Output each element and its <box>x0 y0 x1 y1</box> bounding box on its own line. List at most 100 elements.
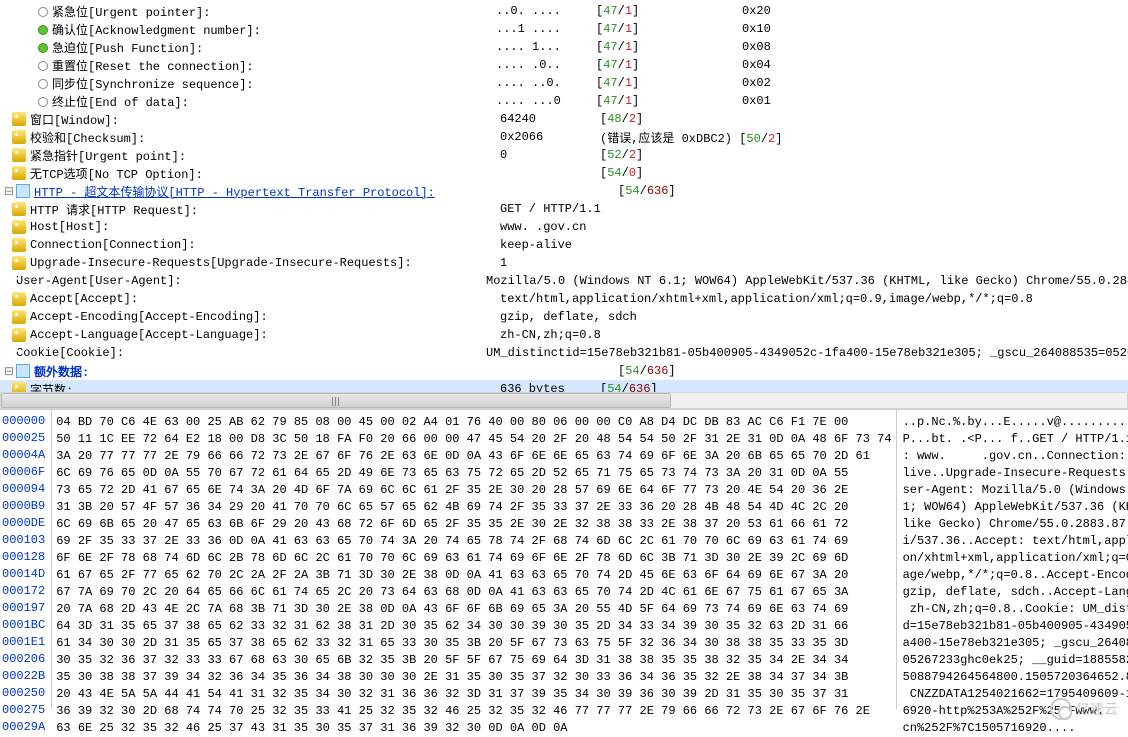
hex-bytes-row: 61 34 30 30 2D 31 35 65 37 38 65 62 33 3… <box>56 635 891 652</box>
hex-bytes-row: 30 35 32 36 37 32 33 33 67 68 63 30 65 6… <box>56 652 891 669</box>
hex-ascii-row: cn%252F%7C1505716920.... <box>903 720 1128 737</box>
field-value: .... ...0 <box>496 94 596 108</box>
hex-ascii-row: 05267233ghc0ek25; __guid=188558254.44 <box>903 652 1128 669</box>
field-value: 0 <box>500 148 600 162</box>
collapse-icon[interactable]: ⊟ <box>4 184 14 199</box>
tree-row[interactable]: Accept-Encoding[Accept-Encoding]:gzip, d… <box>0 308 1128 326</box>
field-hex: 0x08 <box>742 40 771 54</box>
key-icon <box>12 382 26 392</box>
hex-bytes-row: 20 43 4E 5A 5A 44 41 54 41 31 32 35 34 3… <box>56 686 891 703</box>
hex-bytes-row: 3A 20 77 77 77 2E 79 66 66 72 73 2E 67 6… <box>56 448 891 465</box>
tree-row[interactable]: ⊟HTTP - 超文本传输协议[HTTP - Hypertext Transfe… <box>0 182 1128 200</box>
hex-bytes-row: 31 3B 20 57 4F 57 36 34 29 20 41 70 70 6… <box>56 499 891 516</box>
tree-row[interactable]: HTTP 请求[HTTP Request]:GET / HTTP/1.1 <box>0 200 1128 218</box>
field-label: Upgrade-Insecure-Requests[Upgrade-Insecu… <box>30 256 500 270</box>
hex-offset: 0000B9 <box>2 499 45 516</box>
tree-row[interactable]: 紧急位[Urgent pointer]:..0. ....[47/1]0x20 <box>0 2 1128 20</box>
tree-row[interactable]: Upgrade-Insecure-Requests[Upgrade-Insecu… <box>0 254 1128 272</box>
hex-bytes-row: 20 7A 68 2D 43 4E 2C 7A 68 3B 71 3D 30 2… <box>56 601 891 618</box>
hex-ascii-row: ..p.Nc.%.by...E.....v@...........~. <box>903 414 1128 431</box>
field-offset: [47/1] <box>596 4 742 18</box>
field-label: Cookie[Cookie]: <box>16 346 486 360</box>
tree-row[interactable]: 校验和[Checksum]:0x2066(错误,应该是 0xDBC2) [50/… <box>0 128 1128 146</box>
tree-row[interactable]: Host[Host]:www. .gov.cn <box>0 218 1128 236</box>
field-label: 重置位[Reset the connection]: <box>52 57 496 74</box>
horizontal-scrollbar[interactable] <box>0 392 1128 409</box>
hex-offset: 00029A <box>2 720 45 737</box>
packet-detail-tree[interactable]: 紧急位[Urgent pointer]:..0. ....[47/1]0x20确… <box>0 0 1128 392</box>
hex-bytes-column: 04 BD 70 C6 4E 63 00 25 AB 62 79 85 08 0… <box>52 410 895 709</box>
field-label: Accept[Accept]: <box>30 292 500 306</box>
field-offset: [54/636] <box>600 382 746 392</box>
tree-row[interactable]: 无TCP选项[No TCP Option]:[54/0] <box>0 164 1128 182</box>
hex-bytes-row: 63 6E 25 32 35 32 46 25 37 43 31 35 30 3… <box>56 720 891 737</box>
hex-offset: 00006F <box>2 465 45 482</box>
tree-row[interactable]: 终止位[End of data]:.... ...0[47/1]0x01 <box>0 92 1128 110</box>
scrollbar-thumb[interactable] <box>1 393 671 408</box>
field-value: keep-alive <box>500 238 600 252</box>
field-hex: 0x10 <box>742 22 771 36</box>
hex-ascii-row: i/537.36..Accept: text/html,applicati <box>903 533 1128 550</box>
field-value: Mozilla/5.0 (Windows NT 6.1; WOW64) Appl… <box>486 274 1128 288</box>
field-value: GET / HTTP/1.1 <box>500 202 600 216</box>
tree-row[interactable]: 紧急指针[Urgent point]:0[52/2] <box>0 146 1128 164</box>
field-label: 紧急位[Urgent pointer]: <box>52 3 496 20</box>
hex-ascii-row: on/xhtml+xml,application/xml;q=0.9,im <box>903 550 1128 567</box>
field-value: ..0. .... <box>496 4 596 18</box>
field-label: HTTP 请求[HTTP Request]: <box>30 201 500 218</box>
hex-offset: 0000DE <box>2 516 45 533</box>
tree-row[interactable]: 重置位[Reset the connection]:.... .0..[47/1… <box>0 56 1128 74</box>
tree-row[interactable]: Connection[Connection]:keep-alive <box>0 236 1128 254</box>
field-hex: 0x01 <box>742 94 771 108</box>
key-icon <box>12 238 26 252</box>
hex-bytes-row: 50 11 1C EE 72 64 E2 18 00 D8 3C 50 18 F… <box>56 431 891 448</box>
field-offset: [54/0] <box>600 166 746 180</box>
flag-on-icon <box>38 25 48 35</box>
tree-row[interactable]: 急迫位[Push Function]:.... 1...[47/1]0x08 <box>0 38 1128 56</box>
tree-row[interactable]: Cookie[Cookie]:UM_distinctid=15e78eb321b… <box>0 344 1128 362</box>
field-offset: [47/1] <box>596 22 742 36</box>
hex-offset: 000000 <box>2 414 45 431</box>
field-label: 终止位[End of data]: <box>52 93 496 110</box>
field-value: text/html,application/xhtml+xml,applicat… <box>500 292 1128 306</box>
hex-offset: 000250 <box>2 686 45 703</box>
hex-offset: 000275 <box>2 703 45 720</box>
tree-row[interactable]: Accept[Accept]:text/html,application/xht… <box>0 290 1128 308</box>
hex-ascii-row: 1; WOW64) AppleWebKit/537.36 (KHTML, <box>903 499 1128 516</box>
tree-row[interactable]: User-Agent[User-Agent]:Mozilla/5.0 (Wind… <box>0 272 1128 290</box>
field-value: .... .0.. <box>496 58 596 72</box>
hex-offset: 0001BC <box>2 618 45 635</box>
field-offset: [54/636] <box>618 184 764 198</box>
field-value: 636 bytes <box>500 382 600 392</box>
hex-ascii-row: age/webp,*/*;q=0.8..Accept-Encoding: <box>903 567 1128 584</box>
tree-row[interactable]: Accept-Language[Accept-Language]:zh-CN,z… <box>0 326 1128 344</box>
tree-row[interactable]: ⊟额外数据:[54/636] <box>0 362 1128 380</box>
tree-row[interactable]: 同步位[Synchronize sequence]:.... ..0.[47/1… <box>0 74 1128 92</box>
hex-ascii-row: : www. .gov.cn..Connection: keep-a <box>903 448 1128 465</box>
field-value: .... 1... <box>496 40 596 54</box>
field-offset: [48/2] <box>600 112 746 126</box>
hex-bytes-row: 6C 69 6B 65 20 47 65 63 6B 6F 29 20 43 6… <box>56 516 891 533</box>
key-icon <box>12 328 26 342</box>
hex-ascii-column: ..p.Nc.%.by...E.....v@...........~.P...b… <box>896 410 1128 709</box>
field-label: Accept-Language[Accept-Language]: <box>30 328 500 342</box>
hex-offset: 000172 <box>2 584 45 601</box>
hex-bytes-row: 61 67 65 2F 77 65 62 70 2C 2A 2F 2A 3B 7… <box>56 567 891 584</box>
hex-bytes-row: 04 BD 70 C6 4E 63 00 25 AB 62 79 85 08 0… <box>56 414 891 431</box>
hex-ascii-row: a400-15e78eb321e305; _gscu_264088535= <box>903 635 1128 652</box>
tree-row[interactable]: 字节数:636 bytes[54/636] <box>0 380 1128 392</box>
hex-offset: 000197 <box>2 601 45 618</box>
flag-off-icon <box>38 7 48 17</box>
collapse-icon[interactable]: ⊟ <box>4 364 14 379</box>
tree-row[interactable]: 窗口[Window]:64240[48/2] <box>0 110 1128 128</box>
hex-bytes-row: 35 30 38 38 37 39 34 32 36 34 35 36 34 3… <box>56 669 891 686</box>
hex-dump-pane[interactable]: 00000000002500004A00006F0000940000B90000… <box>0 409 1128 709</box>
key-icon <box>12 112 26 126</box>
field-label: 急迫位[Push Function]: <box>52 39 496 56</box>
field-value: 0x2066 <box>500 130 600 144</box>
field-label: 窗口[Window]: <box>30 111 500 128</box>
hex-ascii-row: 5088794264564800.1505720364652.8474; <box>903 669 1128 686</box>
key-icon <box>12 148 26 162</box>
tree-row[interactable]: 确认位[Acknowledgment number]:...1 ....[47/… <box>0 20 1128 38</box>
hex-ascii-row: live..Upgrade-Insecure-Requests: 1..U <box>903 465 1128 482</box>
